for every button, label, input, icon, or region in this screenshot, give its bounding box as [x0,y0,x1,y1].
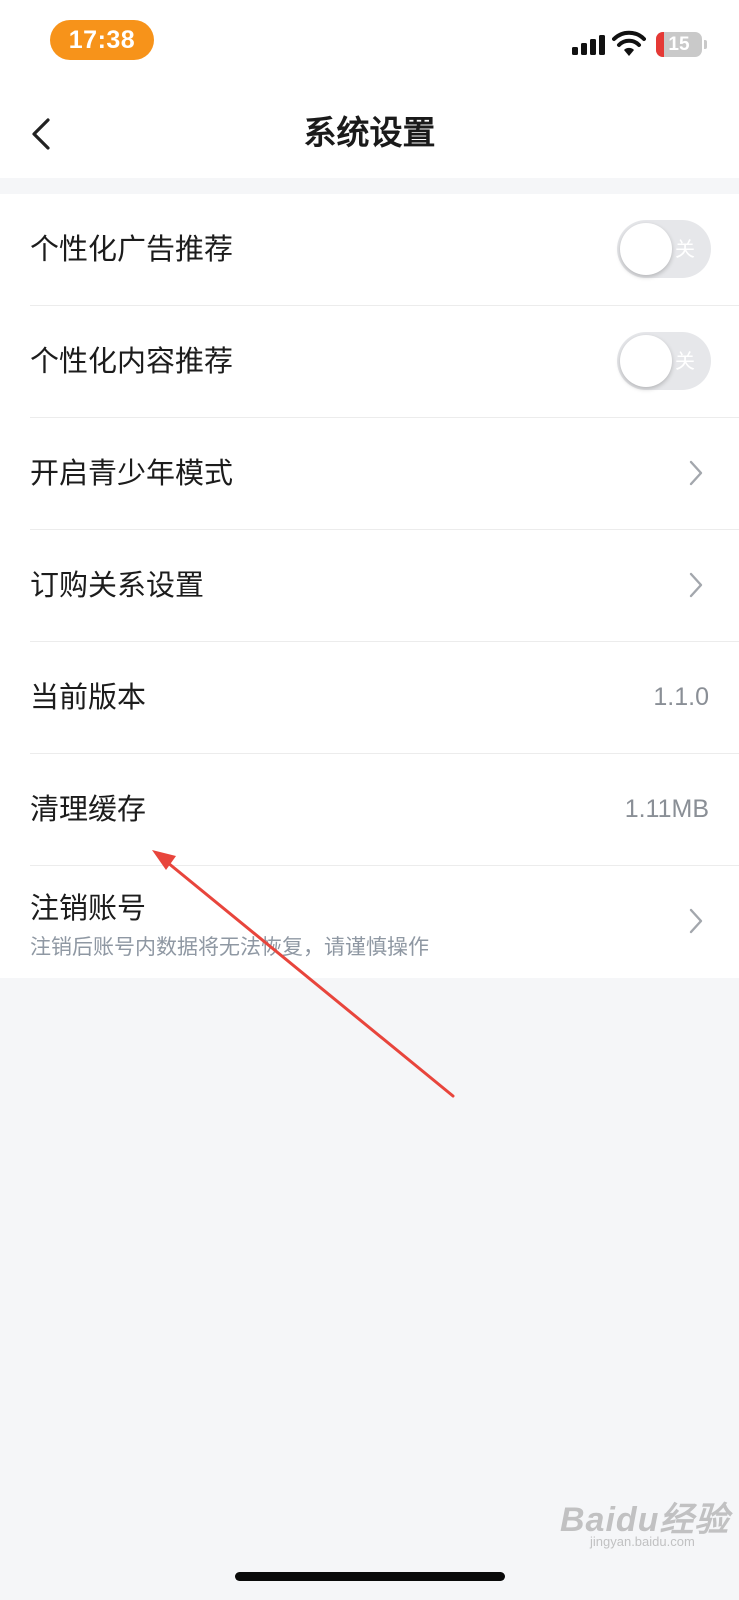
watermark-url: jingyan.baidu.com [590,1534,695,1549]
setting-label: 订购关系设置 [30,568,205,602]
setting-personalized-ads: 个性化广告推荐 关 [0,194,739,306]
nav-header: 系统设置 [0,88,739,178]
baidu-watermark: Baidu经验 jingyan.baidu.com [560,1492,730,1552]
toggle-knob [620,335,672,387]
setting-label: 当前版本 [30,680,147,714]
toggle-state-text: 关 [675,349,695,373]
battery-icon: 15 [656,32,702,57]
status-bar: 17:38 15 [0,0,739,88]
personalized-ads-toggle[interactable]: 关 [617,220,711,278]
setting-subscription[interactable]: 订购关系设置 [0,530,739,642]
setting-label: 清理缓存 [30,792,147,826]
chevron-right-icon [689,572,703,598]
setting-label: 个性化内容推荐 [30,344,234,378]
toggle-state-text: 关 [675,237,695,261]
setting-version: 当前版本 1.1.0 [0,642,739,754]
chevron-right-icon [689,908,703,934]
wifi-icon [612,30,646,56]
battery-percent: 15 [668,33,690,55]
home-indicator[interactable] [235,1572,505,1581]
personalized-content-toggle[interactable]: 关 [617,332,711,390]
setting-label: 开启青少年模式 [30,456,234,490]
chevron-right-icon [689,460,703,486]
section-separator [0,178,739,194]
cache-size-value: 1.11MB [624,795,709,823]
setting-teen-mode[interactable]: 开启青少年模式 [0,418,739,530]
setting-sublabel: 注销后账号内数据将无法恢复，请谨慎操作 [30,935,429,959]
battery-cap [704,40,707,49]
setting-label: 注销账号 [30,891,147,925]
signal-icon [572,35,605,55]
toggle-knob [620,223,672,275]
setting-delete-account[interactable]: 注销账号 注销后账号内数据将无法恢复，请谨慎操作 [0,866,739,978]
page-title: 系统设置 [303,113,436,152]
settings-list: 个性化广告推荐 关 个性化内容推荐 关 开启青少年模式 订购关系设置 当前版本 … [0,194,739,978]
setting-personalized-content: 个性化内容推荐 关 [0,306,739,418]
setting-clear-cache[interactable]: 清理缓存 1.11MB [0,754,739,866]
status-time: 17:38 [50,20,154,60]
version-value: 1.1.0 [653,683,709,711]
setting-label: 个性化广告推荐 [30,232,234,266]
